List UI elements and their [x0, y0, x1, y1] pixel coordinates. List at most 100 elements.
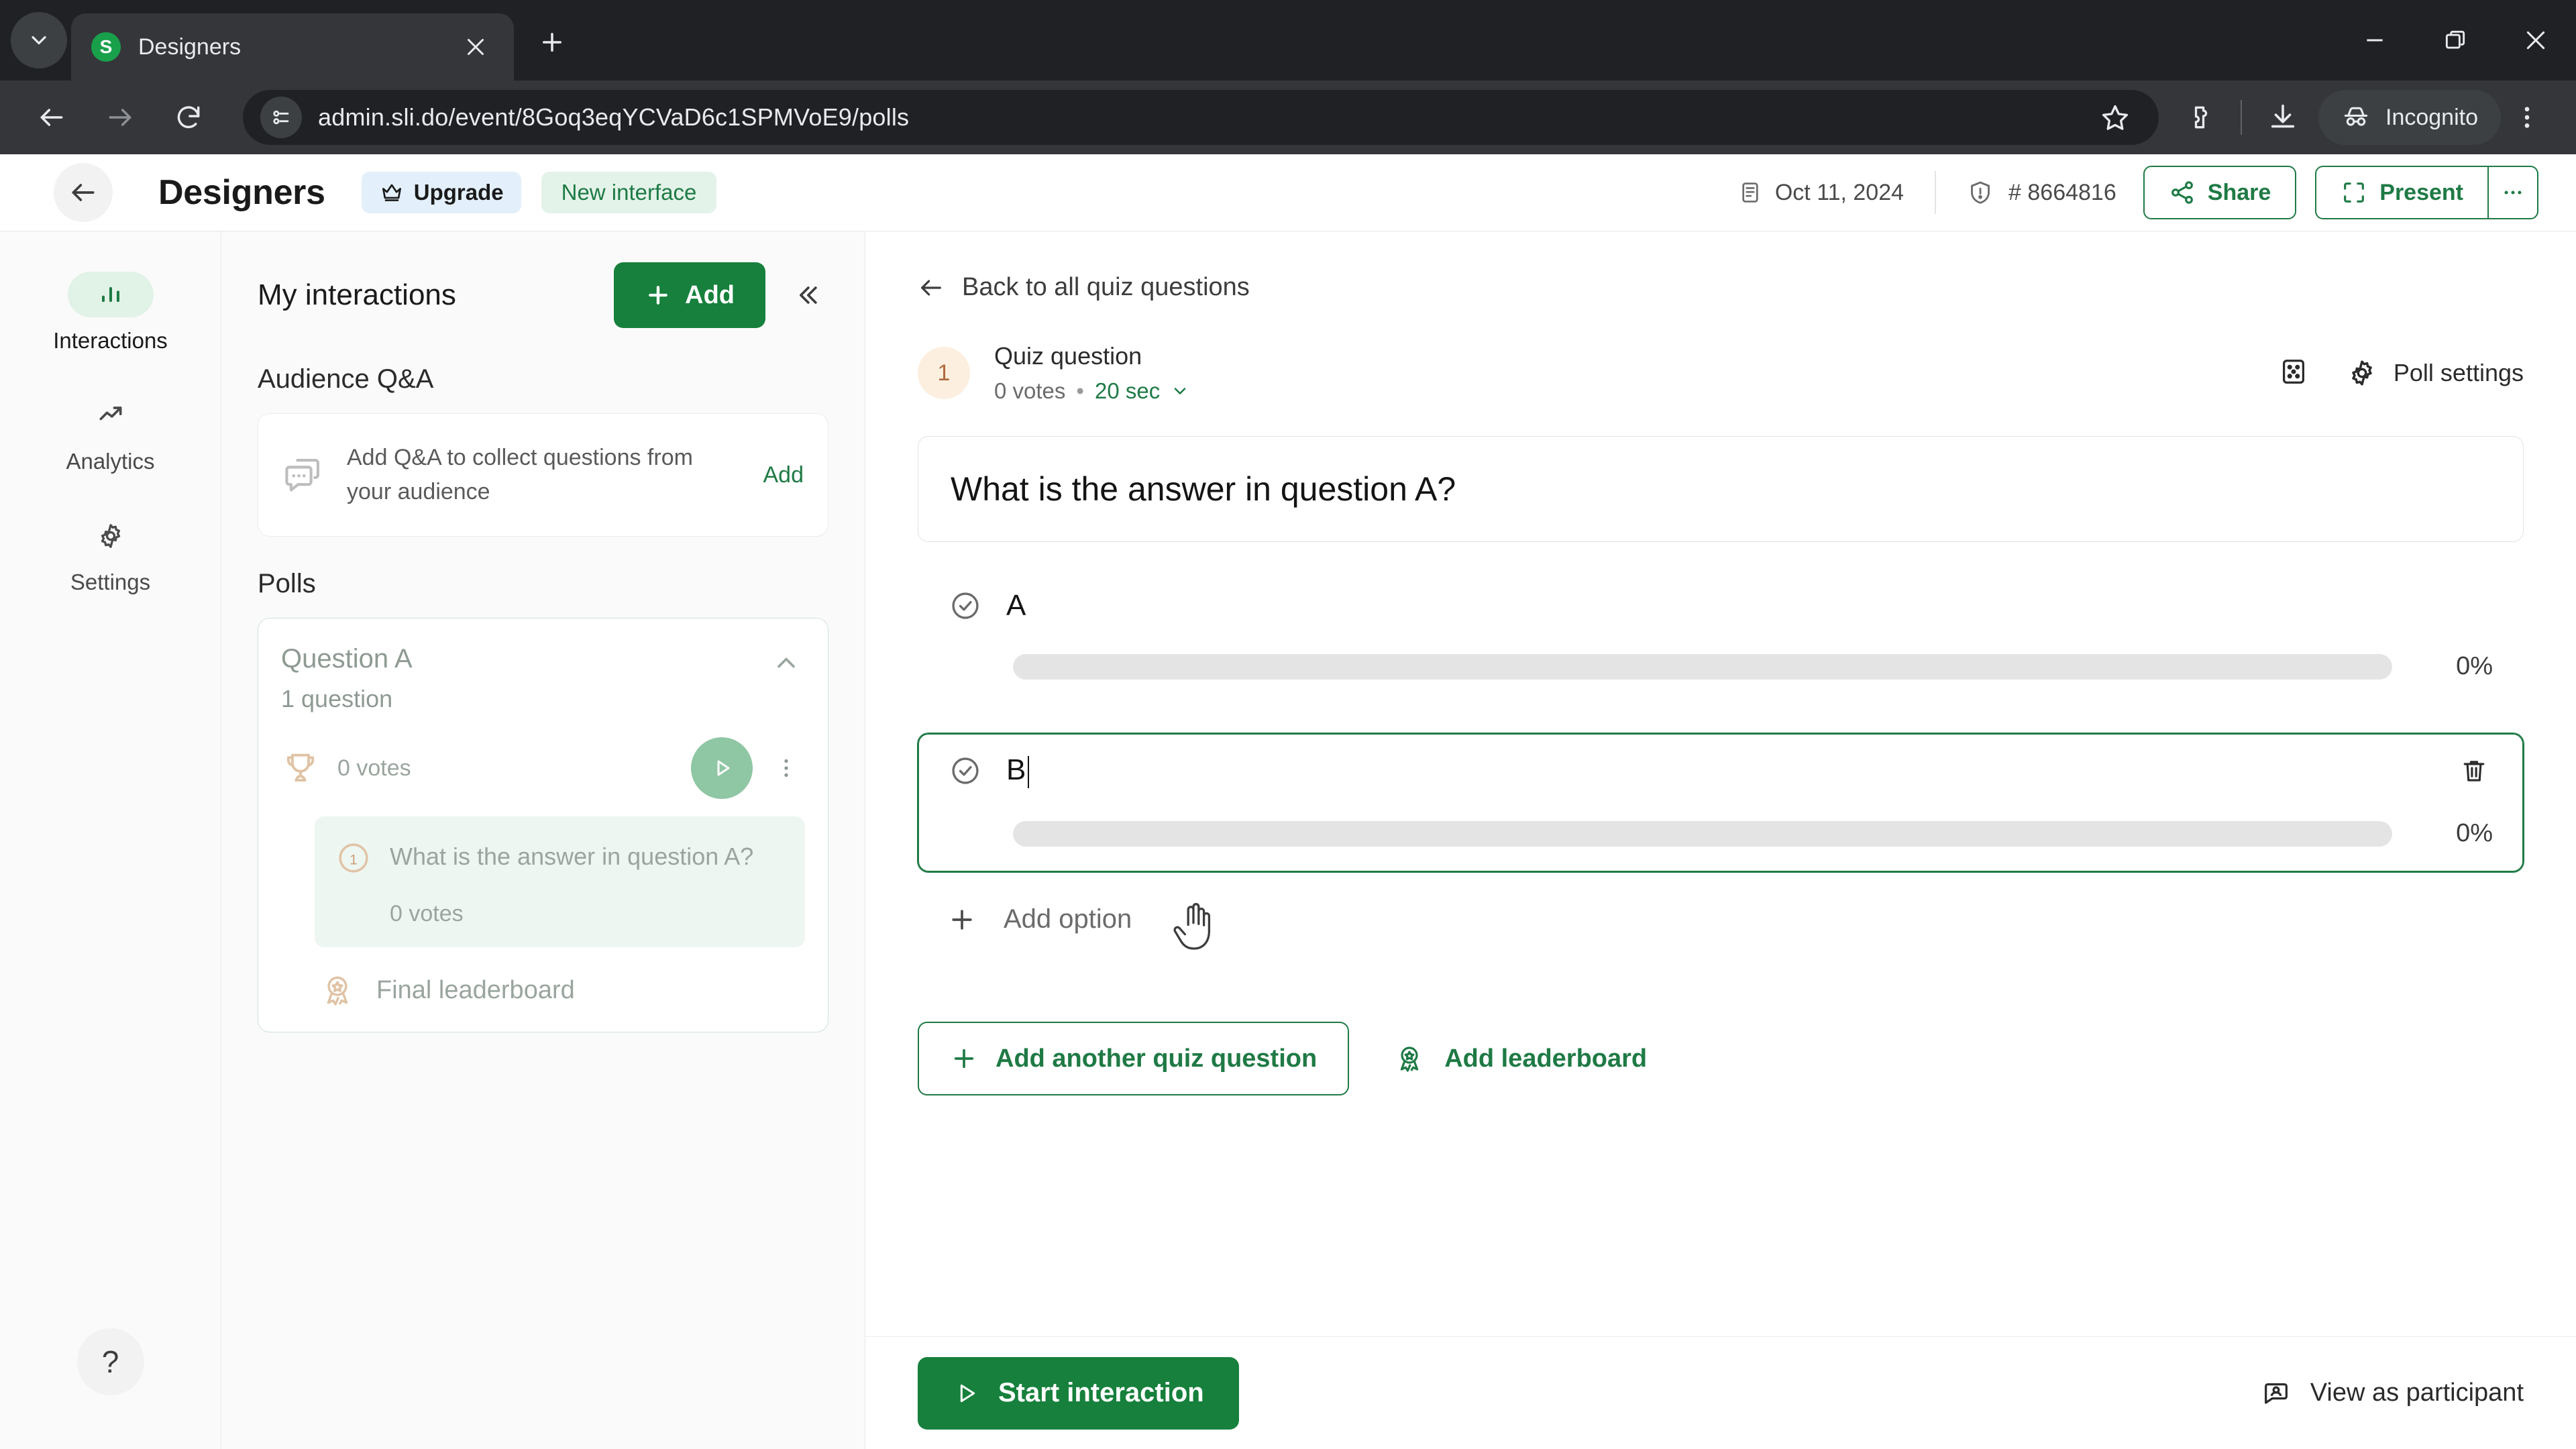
add-label: Add [685, 280, 735, 309]
gear-icon [68, 513, 154, 559]
event-date-label: Oct 11, 2024 [1774, 179, 1904, 205]
poll-option-a[interactable]: A 0% [918, 570, 2524, 705]
add-question-label: Add another quiz question [996, 1044, 1318, 1073]
sidebar-item-settings[interactable]: Settings [0, 513, 221, 595]
poll-group-header: Question A 1 question [281, 644, 805, 713]
poll-option-percent: 0% [2456, 652, 2493, 680]
incognito-indicator[interactable]: Incognito [2318, 90, 2501, 145]
panel-title: My interactions [258, 278, 456, 311]
app-header: Designers Upgrade New interface Oct 11, … [0, 154, 2576, 231]
incognito-label: Incognito [2385, 104, 2478, 130]
start-interaction-label: Start interaction [998, 1378, 1204, 1407]
check-circle-icon[interactable] [949, 754, 982, 788]
trending-up-icon [68, 392, 154, 438]
poll-question-votes: 0 votes [390, 901, 464, 927]
new-interface-label: New interface [561, 180, 697, 205]
window-controls [2334, 0, 2576, 80]
poll-group-card[interactable]: Question A 1 question 0 votes 1 What is … [258, 618, 828, 1033]
view-as-participant-button[interactable]: View as participant [2261, 1378, 2524, 1409]
help-label: ? [101, 1344, 119, 1379]
chat-bubbles-icon [285, 458, 320, 492]
chevron-down-icon [1174, 388, 1186, 394]
download-icon[interactable] [2257, 91, 2309, 144]
poll-option-b[interactable]: B 0% [918, 733, 2524, 872]
trash-icon[interactable] [2455, 752, 2493, 790]
add-leaderboard-button[interactable]: Add leaderboard [1393, 1042, 1647, 1075]
poll-option-label-text: B [1006, 753, 1026, 787]
polls-section-title: Polls [258, 569, 316, 598]
back-link-label: Back to all quiz questions [962, 273, 1250, 301]
header-divider [1935, 171, 1937, 214]
view-as-participant-label: View as participant [2310, 1379, 2524, 1407]
reload-icon[interactable] [160, 89, 217, 146]
text-caret [1028, 755, 1030, 788]
address-bar[interactable]: admin.sli.do/event/8Goq3eqYCVaD6c1SPMVoE… [243, 90, 2159, 145]
forward-arrow-icon[interactable] [91, 89, 149, 146]
add-another-quiz-question-button[interactable]: Add another quiz question [918, 1022, 1350, 1095]
present-more-button[interactable] [2487, 166, 2538, 219]
close-window-icon[interactable] [2496, 0, 2576, 80]
final-leaderboard-label: Final leaderboard [376, 975, 575, 1004]
final-leaderboard-item[interactable]: Final leaderboard [319, 971, 805, 1009]
browser-tab[interactable]: S Designers [71, 13, 514, 80]
tab-search-icon[interactable] [11, 12, 67, 68]
back-arrow-icon[interactable] [23, 89, 80, 146]
sidebar-item-interactions[interactable]: Interactions [0, 272, 221, 354]
meta-separator: • [1076, 378, 1084, 403]
add-interaction-button[interactable]: Add [614, 262, 765, 328]
mouse-cursor-pointer [1173, 903, 1211, 950]
medal-icon [327, 976, 348, 1006]
poll-more-menu-icon[interactable] [767, 741, 805, 795]
event-code[interactable]: # 8664816 [1967, 179, 2116, 206]
present-button[interactable]: Present [2315, 166, 2487, 219]
share-label: Share [2207, 179, 2271, 205]
back-to-quiz-questions-link[interactable]: Back to all quiz questions [918, 273, 2524, 302]
tab-title: Designers [138, 34, 241, 60]
poll-group-votes: 0 votes [337, 755, 411, 781]
poll-play-button[interactable] [691, 737, 753, 799]
sidebar-item-analytics[interactable]: Analytics [0, 392, 221, 474]
slido-app: Designers Upgrade New interface Oct 11, … [0, 154, 2576, 1449]
browser-toolbar: admin.sli.do/event/8Goq3eqYCVaD6c1SPMVoE… [0, 80, 2576, 154]
upgrade-button[interactable]: Upgrade [361, 172, 521, 213]
dice-grid-icon[interactable] [2278, 356, 2309, 390]
present-button-group: Present [2315, 166, 2538, 219]
maximize-icon[interactable] [2415, 0, 2496, 80]
minimize-icon[interactable] [2334, 0, 2415, 80]
app-back-button[interactable] [54, 163, 113, 222]
sidebar-item-label: Interactions [53, 328, 168, 353]
three-dot-menu-icon[interactable] [2501, 91, 2553, 144]
poll-option-label: A [1006, 589, 1026, 622]
add-option-label: Add option [1004, 904, 1132, 934]
question-text-input[interactable]: What is the answer in question A? [918, 436, 2524, 542]
url-text: admin.sli.do/event/8Goq3eqYCVaD6c1SPMVoE… [318, 103, 910, 131]
event-date[interactable]: Oct 11, 2024 [1737, 180, 1904, 206]
chevron-up-icon[interactable] [767, 644, 805, 682]
poll-option-bar [1013, 653, 2392, 680]
slido-favicon: S [91, 32, 121, 62]
share-button[interactable]: Share [2143, 166, 2297, 219]
poll-option-percent: 0% [2456, 819, 2493, 847]
new-tab-button[interactable] [529, 19, 576, 66]
participant-view-icon [2264, 1383, 2288, 1404]
poll-settings-button[interactable]: Poll settings [2347, 358, 2524, 388]
add-option-button[interactable]: Add option [947, 903, 2524, 950]
poll-question-item[interactable]: 1 What is the answer in question A? 0 vo… [315, 816, 805, 948]
question-header: 1 Quiz question 0 votes • 20 sec Poll se… [918, 342, 2524, 404]
question-duration[interactable]: 20 sec [1095, 378, 1160, 404]
check-circle-icon[interactable] [949, 589, 982, 623]
poll-option-bar [1013, 820, 2392, 847]
main-content: Back to all quiz questions 1 Quiz questi… [865, 231, 2576, 1449]
extensions-icon[interactable] [2174, 91, 2226, 144]
play-icon [960, 1384, 975, 1402]
double-chevron-left-icon[interactable] [786, 274, 828, 317]
qa-empty-card[interactable]: Add Q&A to collect questions from your a… [258, 413, 828, 537]
qa-add-button[interactable]: Add [763, 462, 804, 488]
new-interface-button[interactable]: New interface [541, 172, 717, 213]
help-button[interactable]: ? [76, 1328, 144, 1395]
start-interaction-button[interactable]: Start interaction [918, 1356, 1239, 1430]
star-icon[interactable] [2089, 91, 2141, 144]
site-settings-icon[interactable] [260, 97, 302, 138]
poll-group-subtitle: 1 question [281, 685, 393, 712]
close-icon[interactable] [458, 29, 494, 65]
